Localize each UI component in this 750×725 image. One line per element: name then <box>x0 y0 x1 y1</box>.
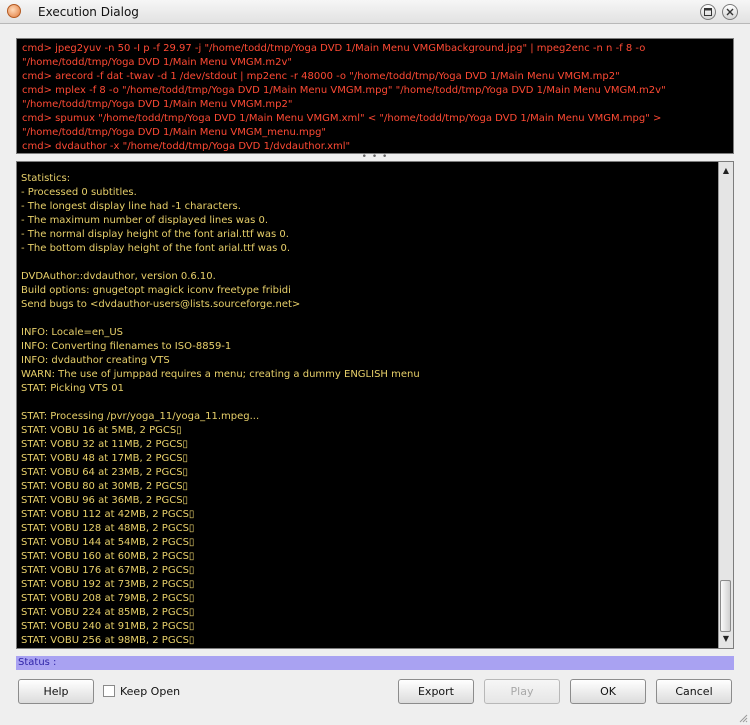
log-line: STAT: VOBU 224 at 85MB, 2 PGCS▯ <box>21 607 195 618</box>
status-bar: Status : <box>16 656 734 670</box>
log-line: STAT: VOBU 16 at 5MB, 2 PGCS▯ <box>21 425 182 436</box>
log-line: - The longest display line had -1 charac… <box>21 201 241 212</box>
log-line: STAT: VOBU 128 at 48MB, 2 PGCS▯ <box>21 523 195 534</box>
scroll-down-arrow-icon[interactable]: ▼ <box>719 632 733 646</box>
log-line: STAT: VOBU 96 at 36MB, 2 PGCS▯ <box>21 495 189 506</box>
keep-open-label[interactable]: Keep Open <box>120 685 180 698</box>
command-line: cmd> arecord -f dat -twav -d 1 /dev/stdo… <box>22 71 620 82</box>
log-line: STAT: VOBU 64 at 23MB, 2 PGCS▯ <box>21 467 189 478</box>
log-line: - The maximum number of displayed lines … <box>21 215 269 226</box>
pane-splitter[interactable]: • • • <box>16 152 734 162</box>
close-button[interactable] <box>722 4 738 20</box>
log-line: STAT: VOBU 32 at 11MB, 2 PGCS▯ <box>21 439 189 450</box>
window-title: Execution Dialog <box>38 5 139 19</box>
command-line: cmd> dvdauthor -x "/home/todd/tmp/Yoga D… <box>22 141 351 152</box>
app-icon[interactable] <box>7 4 21 18</box>
export-button[interactable]: Export <box>398 679 474 704</box>
log-output-pane[interactable]: Statistics: - Processed 0 subtitles. - T… <box>16 161 734 649</box>
log-line: STAT: VOBU 192 at 73MB, 2 PGCS▯ <box>21 579 195 590</box>
keep-open-checkbox[interactable] <box>103 685 115 697</box>
title-bar[interactable]: Execution Dialog <box>0 0 750 24</box>
log-line: INFO: Locale=en_US <box>21 327 124 338</box>
command-line: cmd> spumux "/home/todd/tmp/Yoga DVD 1/M… <box>22 113 662 124</box>
help-button[interactable]: Help <box>18 679 94 704</box>
log-scrollbar[interactable]: ▲ ▼ <box>718 162 733 648</box>
log-line: STAT: VOBU 144 at 54MB, 2 PGCS▯ <box>21 537 195 548</box>
log-line: DVDAuthor::dvdauthor, version 0.6.10. <box>21 271 216 282</box>
maximize-button[interactable] <box>700 4 716 20</box>
log-line: STAT: Processing /pvr/yoga_11/yoga_11.mp… <box>21 411 260 422</box>
log-line: INFO: Converting filenames to ISO-8859-1 <box>21 341 232 352</box>
log-line: STAT: VOBU 240 at 91MB, 2 PGCS▯ <box>21 621 195 632</box>
scroll-up-arrow-icon[interactable]: ▲ <box>719 164 733 178</box>
ok-button[interactable]: OK <box>570 679 646 704</box>
log-line: STAT: VOBU 48 at 17MB, 2 PGCS▯ <box>21 453 189 464</box>
command-output-pane[interactable]: cmd> jpeg2yuv -n 50 -I p -f 29.97 -j "/h… <box>16 38 734 154</box>
command-line: "/home/todd/tmp/Yoga DVD 1/Main Menu VMG… <box>22 127 327 138</box>
log-line: - Processed 0 subtitles. <box>21 187 137 198</box>
log-line: - The bottom display height of the font … <box>21 243 291 254</box>
log-line: Send bugs to <dvdauthor-users@lists.sour… <box>21 299 301 310</box>
log-line: STAT: VOBU 256 at 98MB, 2 PGCS▯ <box>21 635 195 646</box>
log-line: Statistics: <box>21 173 71 184</box>
cancel-button[interactable]: Cancel <box>656 679 732 704</box>
command-line: "/home/todd/tmp/Yoga DVD 1/Main Menu VMG… <box>22 99 293 110</box>
command-line: cmd> jpeg2yuv -n 50 -I p -f 29.97 -j "/h… <box>22 43 646 54</box>
close-icon <box>726 8 734 16</box>
log-line: STAT: VOBU 176 at 67MB, 2 PGCS▯ <box>21 565 195 576</box>
play-button[interactable]: Play <box>484 679 560 704</box>
maximize-icon <box>704 8 712 16</box>
log-line: STAT: VOBU 160 at 60MB, 2 PGCS▯ <box>21 551 195 562</box>
log-line: STAT: VOBU 112 at 42MB, 2 PGCS▯ <box>21 509 195 520</box>
scrollbar-thumb[interactable] <box>720 580 731 632</box>
resize-grip-icon[interactable] <box>738 713 748 723</box>
log-line: STAT: VOBU 80 at 30MB, 2 PGCS▯ <box>21 481 189 492</box>
log-line: - The normal display height of the font … <box>21 229 289 240</box>
log-line: Build options: gnugetopt magick iconv fr… <box>21 285 291 296</box>
command-line: "/home/todd/tmp/Yoga DVD 1/Main Menu VMG… <box>22 57 293 68</box>
command-line: cmd> mplex -f 8 -o "/home/todd/tmp/Yoga … <box>22 85 666 96</box>
log-line: STAT: Picking VTS 01 <box>21 383 125 394</box>
log-line: INFO: dvdauthor creating VTS <box>21 355 170 366</box>
log-line: STAT: VOBU 208 at 79MB, 2 PGCS▯ <box>21 593 195 604</box>
splitter-grip-icon: • • • <box>361 152 389 162</box>
log-line: WARN: The use of jumppad requires a menu… <box>21 369 420 380</box>
log-text-area[interactable]: Statistics: - Processed 0 subtitles. - T… <box>21 172 716 648</box>
